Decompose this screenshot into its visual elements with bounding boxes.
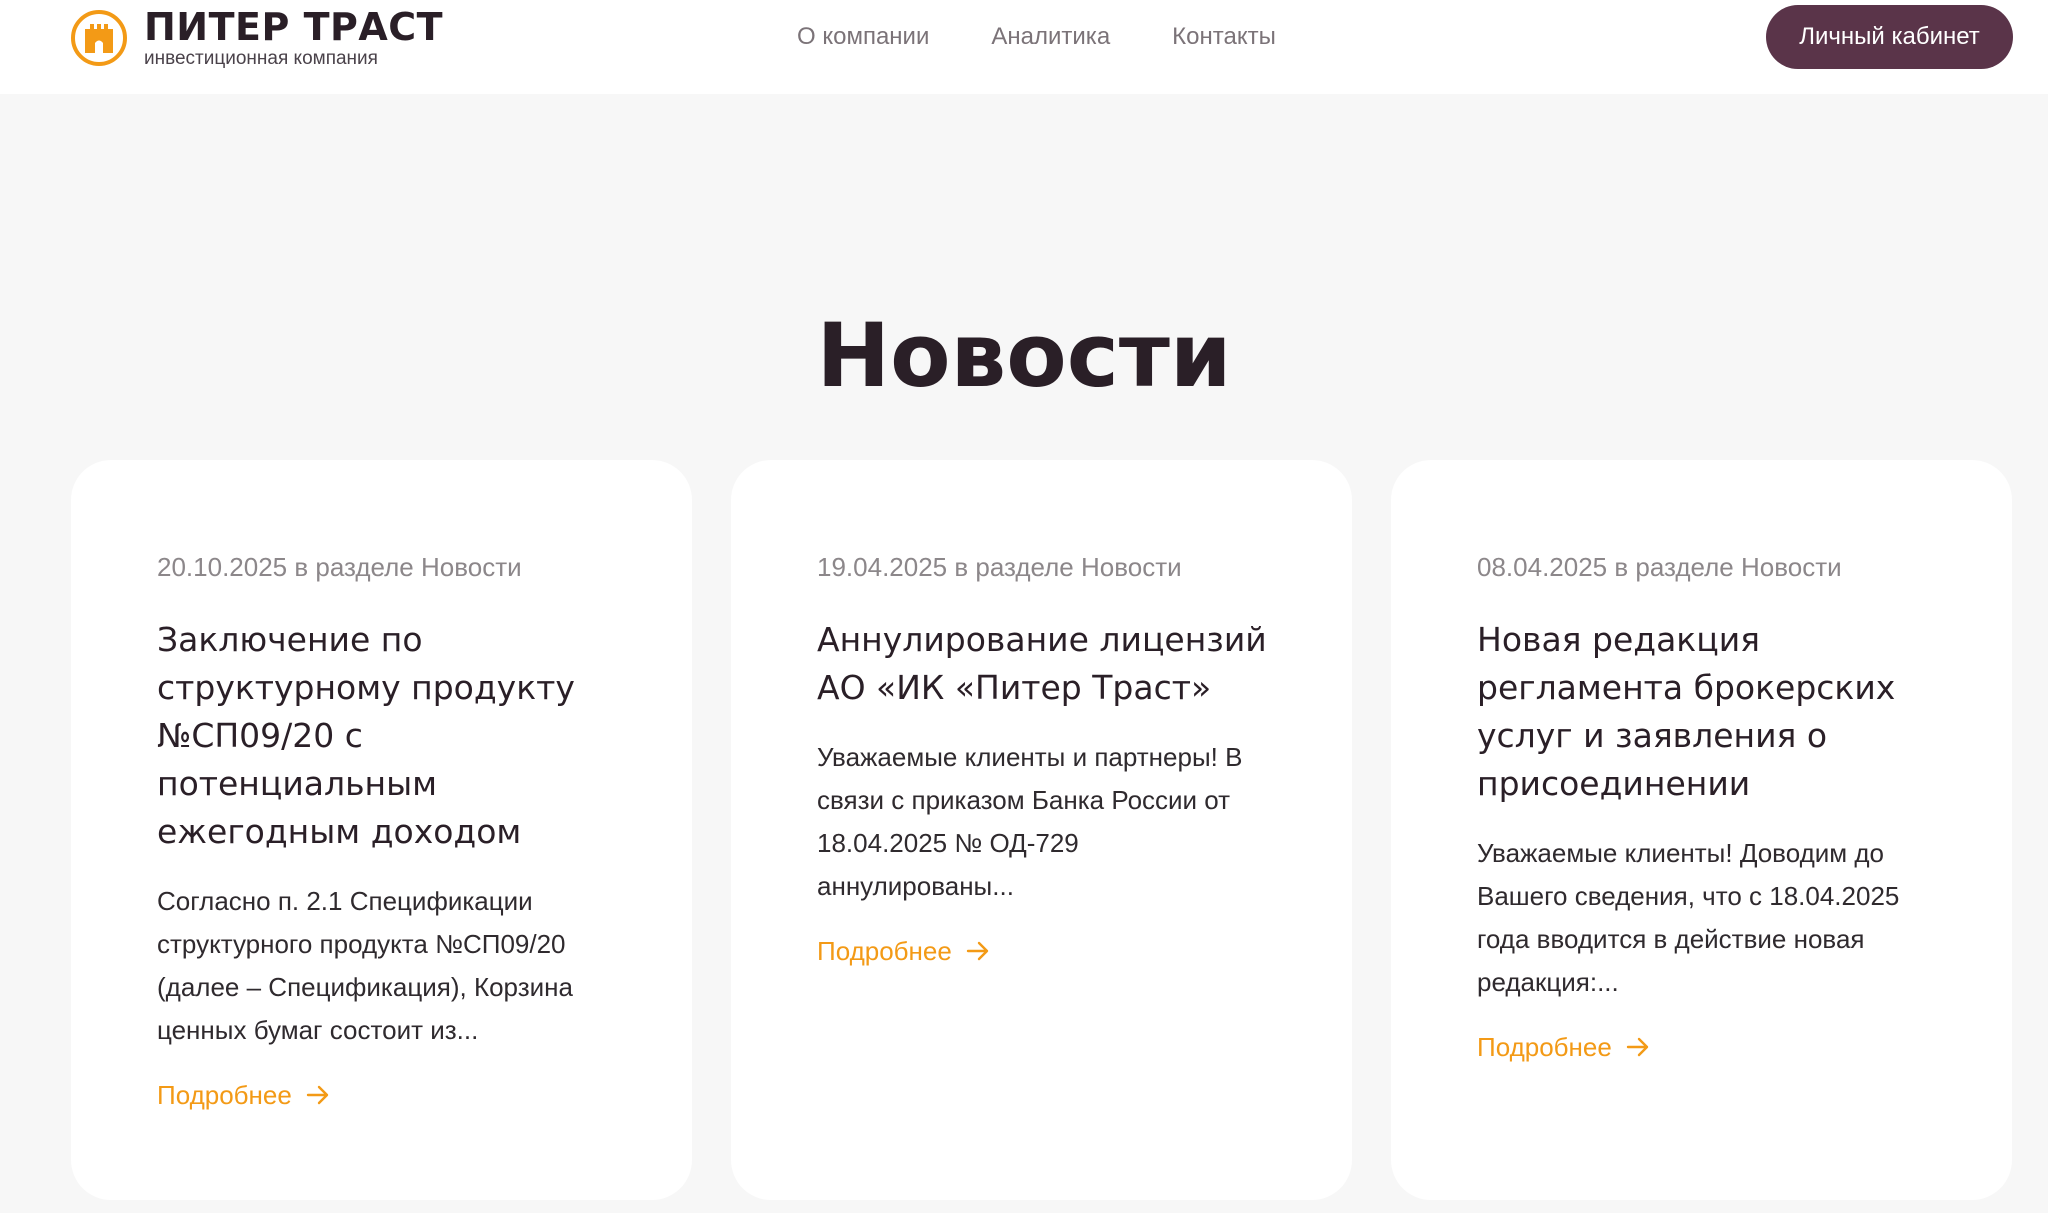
logo-title: ПИТЕР ТРАСТ [144, 5, 444, 49]
arrow-right-icon [1626, 1037, 1649, 1057]
tower-logo-icon [71, 10, 127, 66]
news-card-text: Уважаемые клиенты и партнеры! В связи с … [817, 742, 1243, 901]
news-card-meta: 19.04.2025 в разделе Новости [817, 552, 1182, 582]
more-link-label: Подробнее [1477, 1032, 1612, 1062]
news-card-title: Заключение по структурному продукту №СП0… [157, 620, 575, 851]
personal-account-button[interactable]: Личный кабинет [1766, 5, 2013, 69]
news-card-title: Новая редакция регламента брокерских усл… [1477, 620, 1896, 803]
nav-item-analytics[interactable]: Аналитика [991, 22, 1110, 52]
main-nav: О компании Аналитика Контакты [797, 22, 1276, 52]
arrow-right-icon [966, 941, 989, 961]
news-card: 20.10.2025 в разделе Новости Заключение … [71, 460, 692, 1200]
news-cards: 20.10.2025 в разделе Новости Заключение … [71, 460, 2012, 1200]
news-section-title: Новости [816, 304, 1232, 407]
news-card-text: Согласно п. 2.1 Спецификации структурног… [157, 886, 573, 1045]
more-link-label: Подробнее [817, 936, 952, 966]
site-header: ПИТЕР ТРАСТ инвестиционная компания О ко… [0, 0, 2048, 94]
nav-item-contacts[interactable]: Контакты [1172, 22, 1276, 52]
logo-link[interactable]: ПИТЕР ТРАСТ инвестиционная компания [70, 6, 443, 70]
news-card-more-link[interactable]: Подробнее [1477, 1030, 1650, 1064]
nav-item-about[interactable]: О компании [797, 22, 929, 52]
news-card-title: Аннулирование лицензий АО «ИК «Питер Тра… [817, 620, 1267, 707]
news-card-text: Уважаемые клиенты! Доводим до Вашего све… [1477, 838, 1900, 997]
news-card-meta: 20.10.2025 в разделе Новости [157, 552, 522, 582]
news-card-more-link[interactable]: Подробнее [817, 934, 990, 968]
logo-subtitle: инвестиционная компания [144, 48, 378, 69]
news-card: 19.04.2025 в разделе Новости Аннулирован… [731, 460, 1352, 1200]
more-link-label: Подробнее [157, 1080, 292, 1110]
logo-text: ПИТЕР ТРАСТ инвестиционная компания [144, 8, 443, 68]
arrow-right-icon [306, 1085, 329, 1105]
news-card-more-link[interactable]: Подробнее [157, 1078, 330, 1112]
news-card-meta: 08.04.2025 в разделе Новости [1477, 552, 1842, 582]
news-card: 08.04.2025 в разделе Новости Новая редак… [1391, 460, 2012, 1200]
